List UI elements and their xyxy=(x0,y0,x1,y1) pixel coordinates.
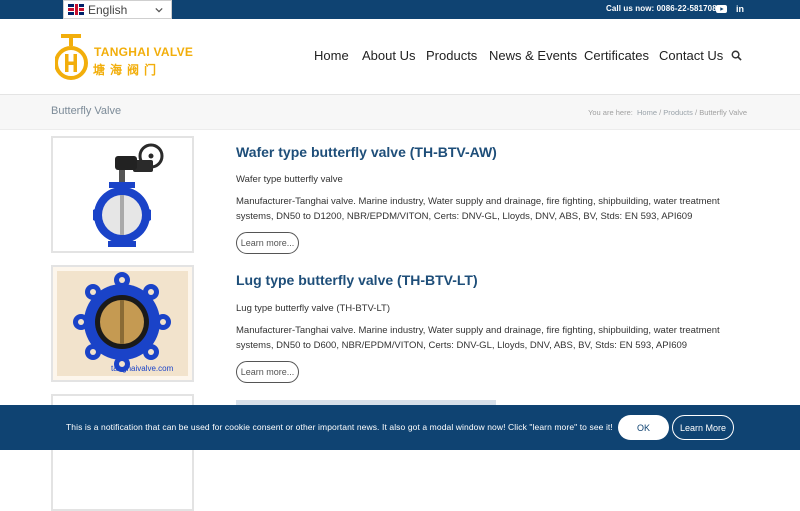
breadcrumb-prefix: You are here: xyxy=(588,108,633,117)
product-image-lug-valve[interactable]: tanghaivalve.com xyxy=(51,265,194,382)
breadcrumb-separator: / xyxy=(659,108,662,117)
product-title-wafer[interactable]: Wafer type butterfly valve (TH-BTV-AW) xyxy=(236,144,497,160)
nav-about-us[interactable]: About Us xyxy=(362,48,415,63)
nav-certificates[interactable]: Certificates xyxy=(584,48,649,63)
logo-chinese-name: 塘海阀门 xyxy=(93,63,162,77)
image-watermark: tanghaivalve.com xyxy=(111,364,174,373)
logo-name: TANGHAI VALVE xyxy=(94,45,194,59)
page-title: Butterfly Valve xyxy=(51,105,122,117)
nav-products[interactable]: Products xyxy=(426,48,477,63)
cookie-notice-bar: This is a notification that can be used … xyxy=(0,405,800,450)
product-description-wafer: Manufacturer-Tanghai valve. Marine indus… xyxy=(236,196,720,222)
cookie-learn-more-button[interactable]: Learn More xyxy=(672,415,734,440)
breadcrumb-current: Butterfly Valve xyxy=(699,108,747,117)
nav-news-events[interactable]: News & Events xyxy=(489,48,577,63)
nav-home[interactable]: Home xyxy=(314,48,349,63)
breadcrumb: You are here: Home / Products / Butterfl… xyxy=(588,108,747,117)
cookie-notice-text: This is a notification that can be used … xyxy=(66,422,613,432)
site-logo[interactable]: TANGHAI VALVE 塘海阀门 xyxy=(54,32,193,84)
youtube-icon[interactable] xyxy=(715,3,727,15)
nav-contact-us[interactable]: Contact Us xyxy=(659,48,723,63)
breadcrumb-home[interactable]: Home xyxy=(637,108,657,117)
product-title-lug[interactable]: Lug type butterfly valve (TH-BTV-LT) xyxy=(236,272,478,288)
breadcrumb-separator: / xyxy=(695,108,698,117)
product-image-wafer-valve[interactable] xyxy=(51,136,194,253)
linkedin-icon[interactable]: in xyxy=(734,3,746,15)
product-description-lug: Manufacturer-Tanghai valve. Marine indus… xyxy=(236,325,720,351)
product-subtitle-lug: Lug type butterfly valve (TH-BTV-LT) xyxy=(236,303,390,314)
site-header: TANGHAI VALVE 塘海阀门 Home About Us Product… xyxy=(0,19,800,95)
wafer-valve-image xyxy=(53,138,192,251)
call-us-text: Call us now: 0086-22-58170822 xyxy=(606,4,726,13)
search-icon[interactable] xyxy=(731,50,742,61)
product-subtitle-wafer: Wafer type butterfly valve xyxy=(236,174,343,185)
top-bar: English Call us now: 0086-22-58170822 in xyxy=(0,0,800,19)
breadcrumb-products[interactable]: Products xyxy=(663,108,693,117)
page-title-bar: Butterfly Valve You are here: Home / Pro… xyxy=(0,95,800,130)
valve-logo-icon xyxy=(54,34,88,80)
learn-more-button-lug[interactable]: Learn more... xyxy=(236,361,299,383)
uk-flag-icon xyxy=(68,4,84,15)
learn-more-button-wafer[interactable]: Learn more... xyxy=(236,232,299,254)
cookie-ok-button[interactable]: OK xyxy=(618,415,669,440)
language-selector[interactable]: English xyxy=(63,0,172,19)
chevron-down-icon xyxy=(155,7,163,12)
lug-valve-image: tanghaivalve.com xyxy=(53,267,192,380)
language-label: English xyxy=(88,2,128,17)
